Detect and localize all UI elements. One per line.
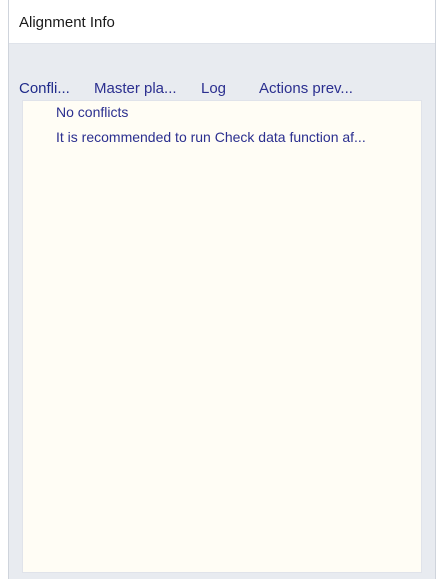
- bottom-edge: [9, 573, 435, 579]
- message-no-conflicts: No conflicts: [56, 104, 129, 120]
- tab-strip: Confli... Master pla... Log Actions prev…: [9, 44, 435, 100]
- tab-actions-preview[interactable]: Actions prev...: [259, 80, 353, 97]
- alignment-info-window: Alignment Info Confli... Master pla... L…: [8, 0, 436, 579]
- tab-master-plan[interactable]: Master pla...: [94, 80, 177, 97]
- tab-conflicts[interactable]: Confli...: [19, 80, 70, 97]
- title-bar: Alignment Info: [9, 0, 435, 44]
- message-recommendation: It is recommended to run Check data func…: [56, 129, 366, 145]
- window-title: Alignment Info: [19, 14, 115, 31]
- tab-log[interactable]: Log: [201, 80, 226, 97]
- conflicts-panel: No conflicts It is recommended to run Ch…: [22, 100, 422, 573]
